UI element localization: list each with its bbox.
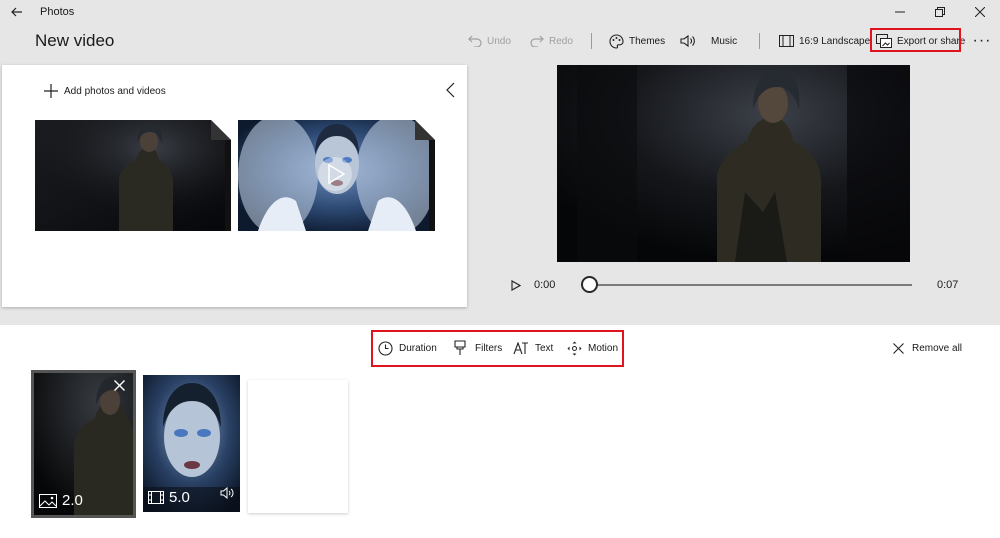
close-window-button[interactable] <box>960 0 1000 24</box>
palette-icon <box>609 33 624 49</box>
close-icon <box>113 379 125 391</box>
project-library: Add photos and videos <box>2 65 467 307</box>
music-button[interactable]: Music <box>680 28 737 54</box>
library-thumbnail-video[interactable] <box>238 120 435 231</box>
plus-icon <box>44 84 58 98</box>
film-icon <box>148 491 164 504</box>
close-icon <box>975 7 985 17</box>
image-icon <box>39 493 57 508</box>
undo-icon <box>468 35 482 47</box>
app-title: Photos <box>40 6 75 18</box>
remove-all-label: Remove all <box>912 342 963 354</box>
card-duration: 2.0 <box>39 492 83 509</box>
card-duration: 5.0 <box>148 489 190 506</box>
minimize-icon <box>895 11 905 13</box>
aspect-ratio-icon <box>779 35 794 47</box>
dark-figure-thumbnail <box>35 120 231 231</box>
music-label: Music <box>711 35 738 47</box>
storyboard: Duration Filters Text Motion Remove all … <box>0 325 1000 538</box>
minimize-button[interactable] <box>880 0 920 24</box>
restore-icon <box>935 7 945 17</box>
chevron-left-icon <box>445 82 454 98</box>
motion-button[interactable]: Motion <box>567 336 618 360</box>
storyboard-card-photo[interactable]: 2.0 <box>31 370 136 518</box>
brush-icon <box>454 340 466 355</box>
speaker-icon <box>680 34 695 48</box>
redo-label: Redo <box>549 35 573 47</box>
remove-all-button[interactable]: Remove all <box>893 336 962 360</box>
card-audio-button[interactable] <box>220 486 234 504</box>
filters-label: Filters <box>475 342 503 354</box>
seek-bar[interactable] <box>589 284 912 286</box>
text-icon <box>513 341 528 354</box>
add-photos-videos-label: Add photos and videos <box>64 85 166 97</box>
portrait-thumbnail <box>238 120 435 231</box>
play-icon <box>511 279 521 291</box>
storyboard-empty-slot[interactable] <box>248 380 348 513</box>
title-bar: Photos <box>0 0 1000 24</box>
move-icon <box>567 341 582 355</box>
card-remove-button[interactable] <box>111 377 127 393</box>
redo-button[interactable]: Redo <box>530 28 573 54</box>
maximize-button[interactable] <box>920 0 960 24</box>
card-duration-value: 5.0 <box>169 489 190 506</box>
aspect-ratio-label: 16:9 Landscape <box>799 35 871 47</box>
text-label: Text <box>535 342 554 354</box>
aspect-ratio-button[interactable]: 16:9 Landscape <box>779 28 870 54</box>
themes-button[interactable]: Themes <box>609 28 665 54</box>
storyboard-card-video[interactable]: 5.0 <box>143 375 240 512</box>
undo-button[interactable]: Undo <box>468 28 511 54</box>
end-time: 0:07 <box>937 279 959 291</box>
back-button[interactable] <box>0 0 34 24</box>
more-icon: ··· <box>972 32 992 49</box>
text-button[interactable]: Text <box>513 336 553 360</box>
speaker-icon <box>220 486 234 500</box>
export-highlight-box <box>870 28 961 52</box>
arrow-left-icon <box>11 7 22 17</box>
toolbar-divider <box>591 33 592 49</box>
filters-button[interactable]: Filters <box>454 336 502 360</box>
card-duration-value: 2.0 <box>62 492 83 509</box>
clock-icon <box>378 340 393 356</box>
motion-label: Motion <box>588 342 619 354</box>
window-controls <box>880 0 1000 24</box>
play-button[interactable] <box>509 278 523 292</box>
library-thumbnail-photo[interactable] <box>35 120 231 231</box>
collapse-library-button[interactable] <box>443 81 457 99</box>
redo-icon <box>530 35 544 47</box>
video-preview[interactable] <box>557 65 910 262</box>
current-time: 0:00 <box>534 279 556 291</box>
more-options-button[interactable]: ··· <box>968 28 996 54</box>
toolbar-divider <box>759 33 760 49</box>
duration-label: Duration <box>399 342 437 354</box>
editor-toolbar: Undo Redo Themes Music 16:9 Landscape Ex… <box>0 28 1000 54</box>
duration-button[interactable]: Duration <box>378 336 437 360</box>
preview-frame <box>557 65 910 262</box>
undo-label: Undo <box>487 35 511 47</box>
playback-controls: 0:00 0:07 <box>505 272 975 298</box>
themes-label: Themes <box>629 35 666 47</box>
seek-thumb[interactable] <box>581 276 598 293</box>
add-photos-videos-button[interactable]: Add photos and videos <box>44 84 166 98</box>
close-icon <box>893 342 904 354</box>
